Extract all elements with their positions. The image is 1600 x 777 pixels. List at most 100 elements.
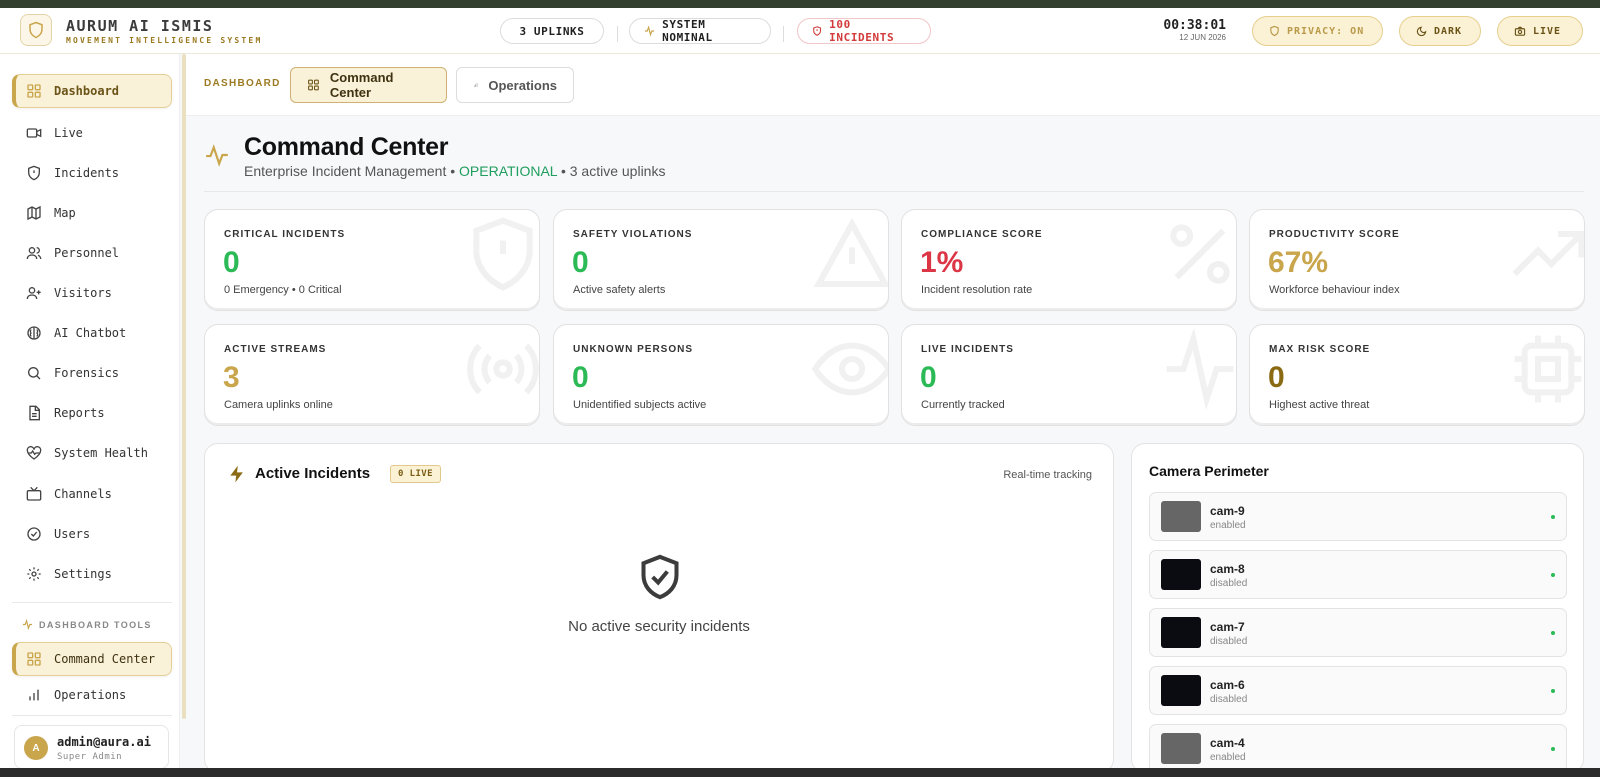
sidebar-item-live[interactable]: Live [12, 116, 172, 150]
sidebar-item-ai-chatbot[interactable]: AI Chatbot [12, 316, 172, 350]
stat-card-active-streams[interactable]: ACTIVE STREAMS 3 Camera uplinks online [204, 324, 540, 426]
gear-icon [27, 567, 41, 581]
app-header: AURUM AI ISMIS MOVEMENT INTELLIGENCE SYS… [0, 8, 1600, 54]
live-button[interactable]: LIVE [1497, 16, 1583, 46]
live-label: LIVE [1533, 25, 1562, 37]
tv-icon [26, 486, 42, 501]
page-title: Command Center [244, 133, 449, 161]
grid-icon [27, 84, 41, 98]
tab-operations[interactable]: Operations [456, 67, 574, 103]
stat-label: UNKNOWN PERSONS [573, 344, 694, 355]
stat-card-max-risk-score[interactable]: MAX RISK SCORE 0 Highest active threat [1249, 324, 1585, 426]
brand-logo[interactable] [20, 14, 52, 46]
stat-card-unknown-persons[interactable]: UNKNOWN PERSONS 0 Unidentified subjects … [553, 324, 889, 426]
video-icon [26, 128, 42, 138]
map-icon [27, 205, 41, 221]
sidebar-tool-command-center[interactable]: Command Center [12, 642, 172, 676]
grid-icon [308, 79, 319, 91]
stat-card-live-incidents[interactable]: LIVE INCIDENTS 0 Currently tracked [901, 324, 1237, 426]
sidebar-item-label: Personnel [54, 246, 120, 260]
percent-icon [1170, 224, 1230, 284]
trending-up-icon [1512, 231, 1584, 277]
users-icon [26, 247, 42, 260]
clock-time: 00:38:01 [1163, 18, 1226, 33]
bar-chart-icon [474, 83, 478, 87]
stat-label: CRITICAL INCIDENTS [224, 229, 346, 240]
sidebar-item-incidents[interactable]: Incidents [12, 156, 172, 190]
window-top-strip [0, 0, 1600, 8]
sidebar-item-visitors[interactable]: Visitors [12, 276, 172, 310]
sidebar-item-channels[interactable]: Channels [12, 477, 172, 511]
camera-thumbnail [1161, 617, 1201, 648]
sidebar-item-system-health[interactable]: System Health [12, 436, 172, 470]
sidebar-item-reports[interactable]: Reports [12, 396, 172, 430]
broadcast-icon [467, 343, 539, 395]
stat-card-compliance-score[interactable]: COMPLIANCE SCORE 1% Incident resolution … [901, 209, 1237, 311]
theme-toggle[interactable]: DARK [1399, 16, 1481, 46]
stat-card-productivity-score[interactable]: PRODUCTIVITY SCORE 67% Workforce behavio… [1249, 209, 1585, 311]
shield-alert-icon [28, 165, 40, 181]
camera-name: cam-7 [1210, 620, 1245, 634]
camera-name: cam-4 [1210, 736, 1245, 750]
stat-value: 0 [223, 246, 240, 279]
tab-label: Command Center [329, 70, 394, 100]
user-card[interactable]: A admin@aura.ai Super Admin [14, 725, 169, 769]
sidebar-item-label: Channels [54, 487, 112, 501]
camera-thumbnail [1161, 733, 1201, 764]
active-incidents-title: Active Incidents [255, 465, 371, 482]
sidebar-item-personnel[interactable]: Personnel [12, 236, 172, 270]
sidebar-item-settings[interactable]: Settings [12, 557, 172, 591]
camera-row[interactable]: cam-6 disabled [1149, 666, 1567, 715]
cpu-icon [1514, 335, 1582, 403]
camera-row[interactable]: cam-9 enabled [1149, 492, 1567, 541]
camera-thumbnail [1161, 559, 1201, 590]
stat-desc: Incident resolution rate [921, 284, 1033, 296]
user-plus-icon [26, 287, 41, 300]
camera-row[interactable]: cam-4 enabled [1149, 724, 1567, 773]
sidebar-tool-operations[interactable]: Operations [12, 678, 172, 712]
incidents-pill[interactable]: 100 INCIDENTS [797, 18, 931, 44]
camera-state: disabled [1210, 636, 1248, 647]
camera-state: disabled [1210, 578, 1248, 589]
stat-card-critical-incidents[interactable]: CRITICAL INCIDENTS 0 0 Emergency • 0 Cri… [204, 209, 540, 311]
shield-icon [1270, 25, 1279, 37]
sidebar-item-label: Command Center [54, 652, 156, 666]
breadcrumb: DASHBOARD [204, 78, 281, 89]
sidebar-item-label: System Health [54, 446, 148, 460]
heading-divider [204, 191, 1584, 192]
real-time-label: Real-time tracking [1003, 469, 1092, 481]
tab-command-center[interactable]: Command Center [290, 67, 447, 103]
sidebar-scrollbar[interactable] [182, 54, 186, 719]
pulse-icon [206, 144, 228, 167]
system-status-pill[interactable]: SYSTEM NOMINAL [629, 18, 771, 44]
camera-status-dot [1551, 515, 1555, 519]
tools-label-text: DASHBOARD TOOLS [39, 619, 152, 630]
pulse-icon [22, 619, 33, 630]
operational-status: OPERATIONAL [459, 163, 558, 179]
sidebar-item-forensics[interactable]: Forensics [12, 356, 172, 390]
stat-desc: Active safety alerts [573, 284, 666, 296]
sidebar-item-label: Users [54, 527, 91, 541]
camera-status-dot [1551, 631, 1555, 635]
camera-row[interactable]: cam-8 disabled [1149, 550, 1567, 599]
sidebar-item-map[interactable]: Map [12, 196, 172, 230]
pulse-icon [1166, 329, 1234, 409]
stat-value: 0 [920, 361, 937, 394]
shield-alert-icon [813, 26, 822, 36]
stat-desc: Highest active threat [1269, 399, 1370, 411]
active-incidents-panel: Active Incidents 0 LIVE Real-time tracki… [204, 443, 1114, 773]
uplinks-pill[interactable]: 3 UPLINKS [500, 18, 604, 44]
sidebar-item-users[interactable]: Users [12, 517, 172, 551]
tab-label: Operations [488, 77, 557, 93]
stat-card-safety-violations[interactable]: SAFETY VIOLATIONS 0 Active safety alerts [553, 209, 889, 311]
privacy-toggle[interactable]: PRIVACY: ON [1252, 16, 1383, 46]
user-email: admin@aura.ai [57, 735, 151, 749]
camera-status-dot [1551, 573, 1555, 577]
stat-desc: Camera uplinks online [224, 399, 333, 411]
stat-value: 67% [1268, 246, 1329, 279]
sidebar-item-label: Dashboard [54, 84, 120, 98]
sidebar-item-dashboard[interactable]: Dashboard [12, 74, 172, 108]
pulse-icon [644, 25, 655, 37]
heart-pulse-icon [26, 446, 42, 460]
camera-row[interactable]: cam-7 disabled [1149, 608, 1567, 657]
